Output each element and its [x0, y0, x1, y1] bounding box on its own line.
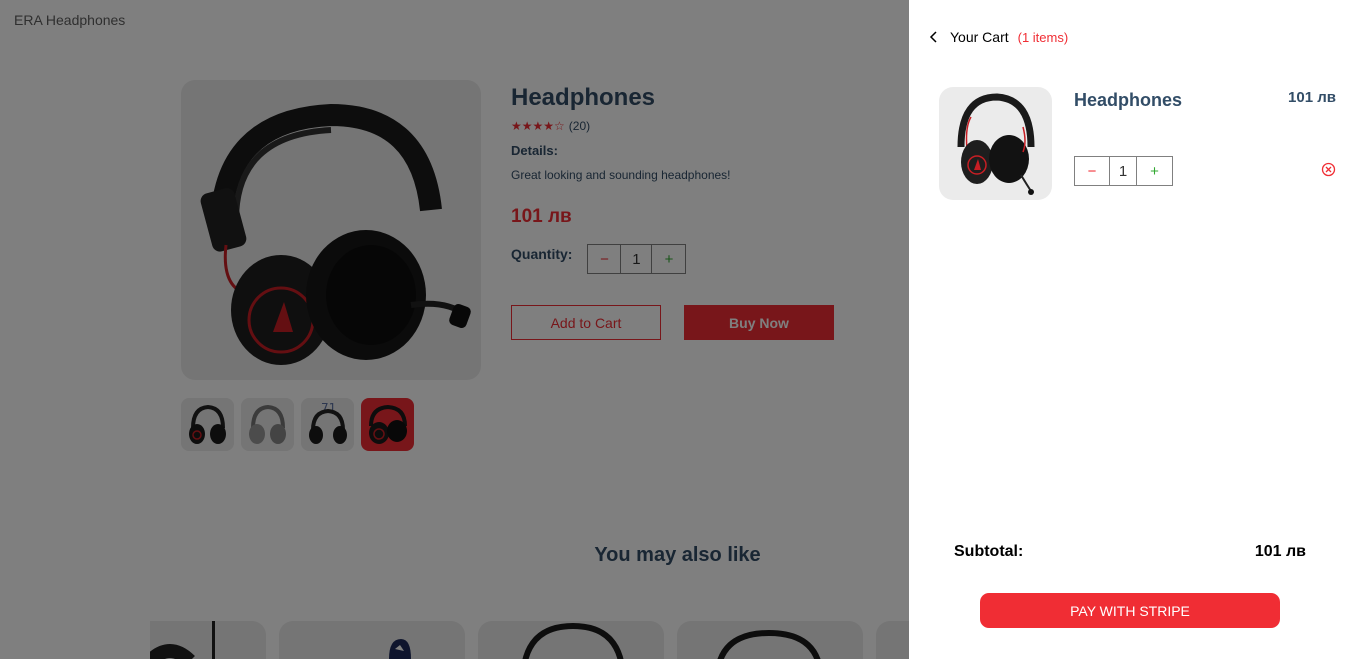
plus-icon[interactable]: +	[1137, 157, 1172, 185]
back-arrow-icon	[927, 30, 941, 44]
cart-title: Your Cart	[950, 29, 1009, 45]
subtotal-value: 101 лв	[1254, 543, 1306, 560]
cart-heading-button[interactable]: Your Cart (1 items)	[927, 29, 1068, 45]
cart-quantity-value: 1	[1110, 157, 1137, 185]
cart-item-count: (1 items)	[1017, 29, 1069, 45]
pay-with-stripe-button[interactable]: PAY WITH STRIPE	[980, 593, 1280, 628]
cart-quantity-stepper: − 1 +	[1074, 156, 1173, 186]
cart-panel: Your Cart (1 items) Headphones 101 лв − …	[909, 0, 1355, 659]
subtotal-row: Subtotal: 101 лв	[954, 543, 1306, 561]
cart-item-image	[939, 87, 1052, 200]
cart-item-price: 101 лв	[1288, 89, 1336, 106]
minus-icon[interactable]: −	[1075, 157, 1110, 185]
remove-circle-icon[interactable]	[1321, 162, 1336, 177]
subtotal-label: Subtotal:	[954, 543, 1024, 560]
cart-item: Headphones 101 лв − 1 +	[939, 87, 1339, 200]
cart-item-name: Headphones	[1074, 90, 1183, 110]
